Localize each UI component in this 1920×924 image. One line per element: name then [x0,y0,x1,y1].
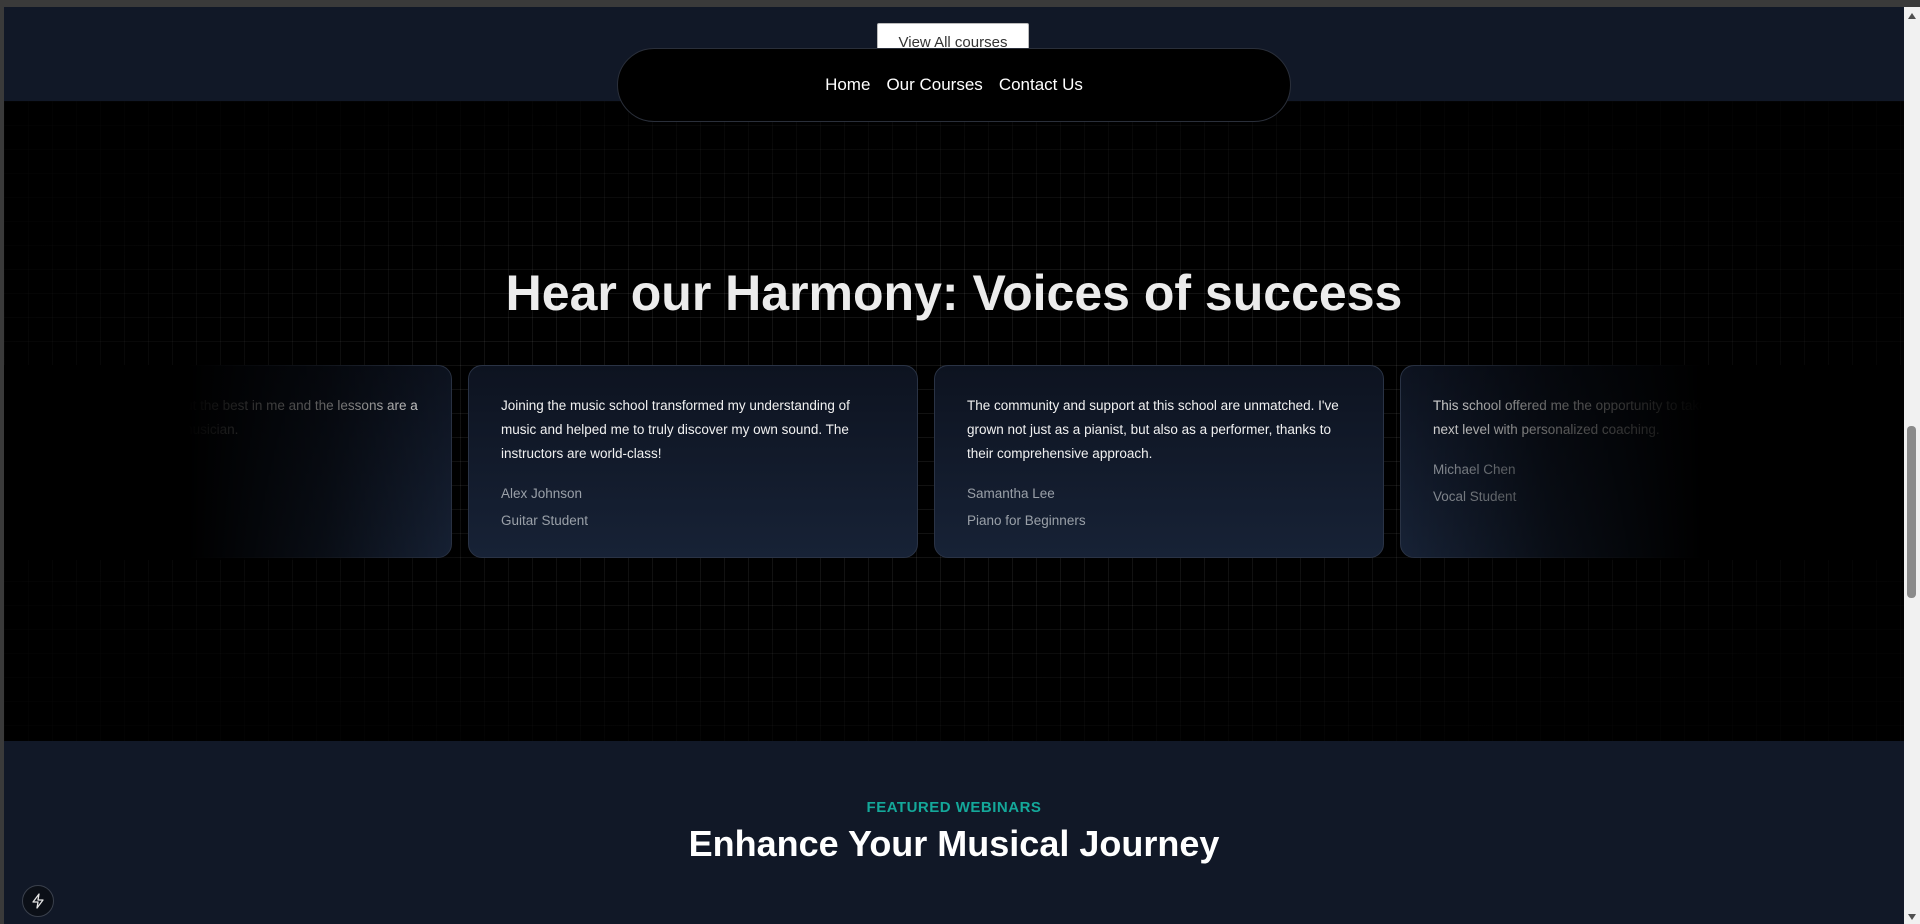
nav-link-our-courses[interactable]: Our Courses [886,75,982,95]
testimonials-section: Hear our Harmony: Voices of success The … [4,101,1904,741]
testimonials-title: Hear our Harmony: Voices of success [505,265,1403,321]
testimonial-author-role: Guitar Student [501,513,589,528]
testimonial-carousel[interactable]: The instructors brought out the best in … [4,365,1904,560]
nav-link-home[interactable]: Home [825,75,870,95]
webinars-eyebrow: FEATURED WEBINARS [866,799,1042,816]
testimonial-author-name: Michael Chen [1433,462,1516,477]
webinars-title: Enhance Your Musical Journey [688,823,1220,864]
testimonial-card: The community and support at this school… [934,365,1384,558]
lightning-icon[interactable] [22,885,54,917]
floating-navbar: Home Our Courses Contact Us [617,48,1291,122]
featured-webinars-section: FEATURED WEBINARS Enhance Your Musical J… [4,741,1904,924]
testimonial-card-partial-left: The instructors brought out the best in … [4,365,452,558]
scrollbar-thumb[interactable] [1907,426,1916,598]
nav-link-contact-us[interactable]: Contact Us [999,75,1083,95]
page-viewport: View All courses Home Our Courses Contac… [4,7,1904,924]
page-scrollbar[interactable] [1904,7,1920,924]
testimonial-author-name: Alex Johnson [501,486,583,501]
testimonial-card: Joining the music school transformed my … [468,365,918,558]
testimonial-quote: The community and support at this school… [967,398,1339,461]
scroll-down-arrow-icon[interactable] [1908,914,1916,920]
testimonial-author-name: Samantha Lee [967,486,1055,501]
testimonial-quote: The instructors brought out the best in … [35,398,418,437]
testimonial-quote: This school offered me the opportunity t… [1433,398,1813,437]
testimonial-author-role: Vocal Student [1433,489,1517,504]
scroll-up-arrow-icon[interactable] [1908,13,1916,19]
testimonial-quote: Joining the music school transformed my … [501,398,850,461]
window-top-strip [0,0,1920,7]
testimonial-author-role: Piano for Beginners [967,513,1086,528]
testimonial-card-partial-right: This school offered me the opportunity t… [1400,365,1850,558]
